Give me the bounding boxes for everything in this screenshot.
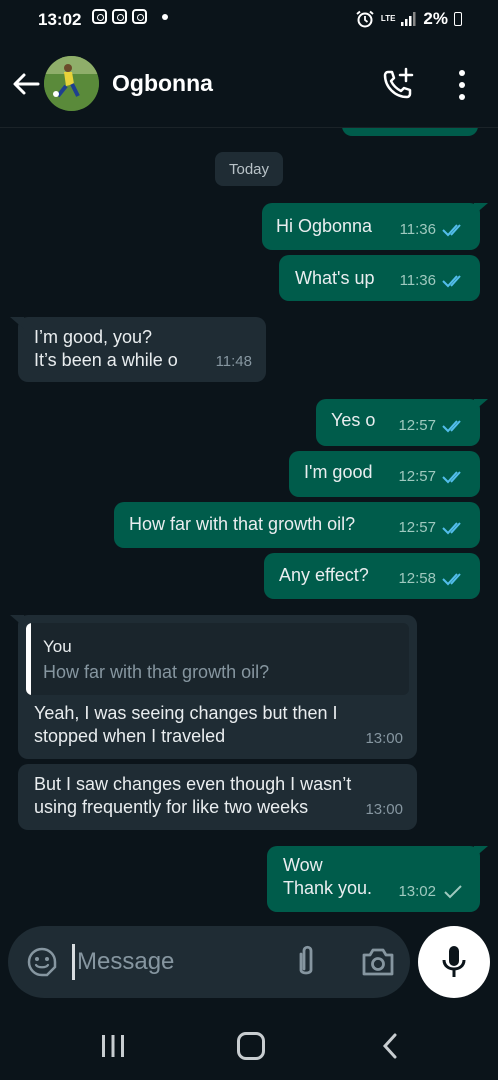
network-type: LTE	[380, 14, 396, 23]
message-meta: 13:00	[365, 727, 403, 750]
message-bubble-outgoing[interactable]: Yes o 12:57	[316, 399, 488, 446]
status-time: 13:02	[38, 10, 82, 29]
status-right: LTE 2%	[355, 9, 462, 29]
message-bubble-incoming[interactable]: But I saw changes even though I wasn’t u…	[18, 764, 417, 830]
home-icon[interactable]	[237, 1032, 265, 1060]
more-notifications-icon	[162, 13, 168, 20]
mic-icon	[442, 946, 466, 977]
contact-name[interactable]: Ogbonna	[112, 70, 213, 97]
message-text: I'm good	[304, 462, 373, 482]
status-bar: 13:02 LTE 2%	[0, 0, 498, 42]
message-time: 12:58	[398, 570, 436, 587]
message-bubble-outgoing[interactable]: I'm good 12:57	[289, 451, 480, 497]
bubble-tail	[474, 399, 488, 411]
double-tick-read-icon	[442, 470, 461, 483]
message-text: I’m good, you? It’s been a while o	[34, 327, 178, 370]
message-meta: 12:57	[398, 414, 466, 437]
instagram-notification-icon	[92, 9, 107, 24]
battery-icon	[454, 12, 462, 26]
message-time: 12:57	[398, 519, 436, 536]
notification-icons	[92, 9, 168, 24]
camera-icon[interactable]	[360, 946, 396, 978]
whatsapp-notification-icon	[112, 9, 127, 24]
message-bubble-incoming[interactable]: I’m good, you? It’s been a while o 11:48	[10, 317, 266, 382]
message-time: 12:57	[398, 468, 436, 485]
date-divider: Today	[215, 152, 283, 186]
message-text: Hi Ogbonna	[276, 216, 373, 236]
avatar[interactable]	[44, 56, 99, 111]
message-bubble-outgoing[interactable]: Wow Thank you. 13:02	[267, 846, 488, 912]
bubble-tail	[474, 846, 488, 858]
message-composer	[8, 926, 410, 998]
system-nav-bar	[0, 1010, 498, 1080]
double-tick-read-icon	[442, 572, 461, 585]
more-vert-icon[interactable]	[450, 68, 474, 102]
chat-header: Ogbonna	[0, 42, 498, 128]
battery-percent: 2%	[423, 9, 448, 28]
chat-area[interactable]: Today Hi Ogbonna 11:36 What's up 11:36 I…	[0, 128, 498, 918]
add-call-icon[interactable]	[380, 66, 416, 102]
emoji-sticker-icon[interactable]	[26, 946, 58, 978]
message-bubble-outgoing[interactable]: Hi Ogbonna 11:36	[262, 203, 488, 250]
message-meta: 12:58	[398, 567, 466, 590]
message-time: 13:00	[365, 730, 403, 747]
message-bubble-incoming-reply[interactable]: You How far with that growth oil? Yeah, …	[10, 615, 417, 759]
quote-author: You	[43, 637, 72, 656]
message-meta: 11:48	[216, 350, 252, 373]
alarm-icon	[356, 10, 374, 28]
message-meta: 11:36	[400, 269, 466, 292]
double-tick-read-icon	[442, 521, 461, 534]
message-bubble-outgoing[interactable]: What's up 11:36	[279, 255, 480, 301]
double-tick-read-icon	[442, 223, 461, 236]
bubble-tail	[10, 317, 24, 329]
bubble-tail	[10, 615, 24, 627]
attach-icon[interactable]	[292, 944, 320, 980]
message-text: Wow Thank you.	[283, 855, 373, 898]
message-time: 13:00	[365, 801, 403, 818]
nav-back-icon[interactable]	[380, 1032, 400, 1060]
message-input[interactable]	[72, 944, 262, 980]
signal-icon	[401, 12, 416, 26]
message-meta: 13:02	[398, 880, 466, 903]
bubble-tail	[474, 203, 488, 215]
message-time: 11:36	[399, 221, 436, 238]
instagram-notification-icon	[132, 9, 147, 24]
message-meta: 13:00	[365, 798, 403, 821]
message-meta: 12:57	[398, 516, 466, 539]
message-text: How far with that growth oil?	[129, 514, 356, 534]
message-bubble-outgoing[interactable]: Any effect? 12:58	[264, 553, 480, 599]
message-time: 12:57	[398, 417, 436, 434]
message-text: Yeah, I was seeing changes but then I st…	[34, 703, 338, 746]
double-tick-read-icon	[442, 419, 461, 432]
quoted-message[interactable]: You How far with that growth oil?	[26, 623, 409, 695]
message-bubble-outgoing[interactable]: How far with that growth oil? 12:57	[114, 502, 480, 548]
mic-button[interactable]	[418, 926, 490, 998]
message-text: Any effect?	[279, 565, 369, 585]
message-text: What's up	[295, 268, 375, 288]
message-meta: 12:57	[398, 465, 466, 488]
quote-bar	[26, 623, 31, 695]
recent-apps-icon[interactable]	[100, 1034, 126, 1058]
double-tick-read-icon	[442, 274, 461, 287]
message-time: 11:36	[399, 272, 436, 289]
single-tick-sent-icon	[444, 884, 462, 898]
previous-message-bubble	[342, 128, 478, 136]
message-text: Yes o	[331, 410, 376, 430]
message-time: 11:48	[215, 353, 252, 370]
back-arrow-icon[interactable]	[10, 68, 42, 100]
message-meta: 11:36	[400, 218, 466, 241]
message-time: 13:02	[398, 883, 436, 900]
quote-text: How far with that growth oil?	[43, 662, 270, 682]
message-text: But I saw changes even though I wasn’t u…	[34, 774, 352, 817]
